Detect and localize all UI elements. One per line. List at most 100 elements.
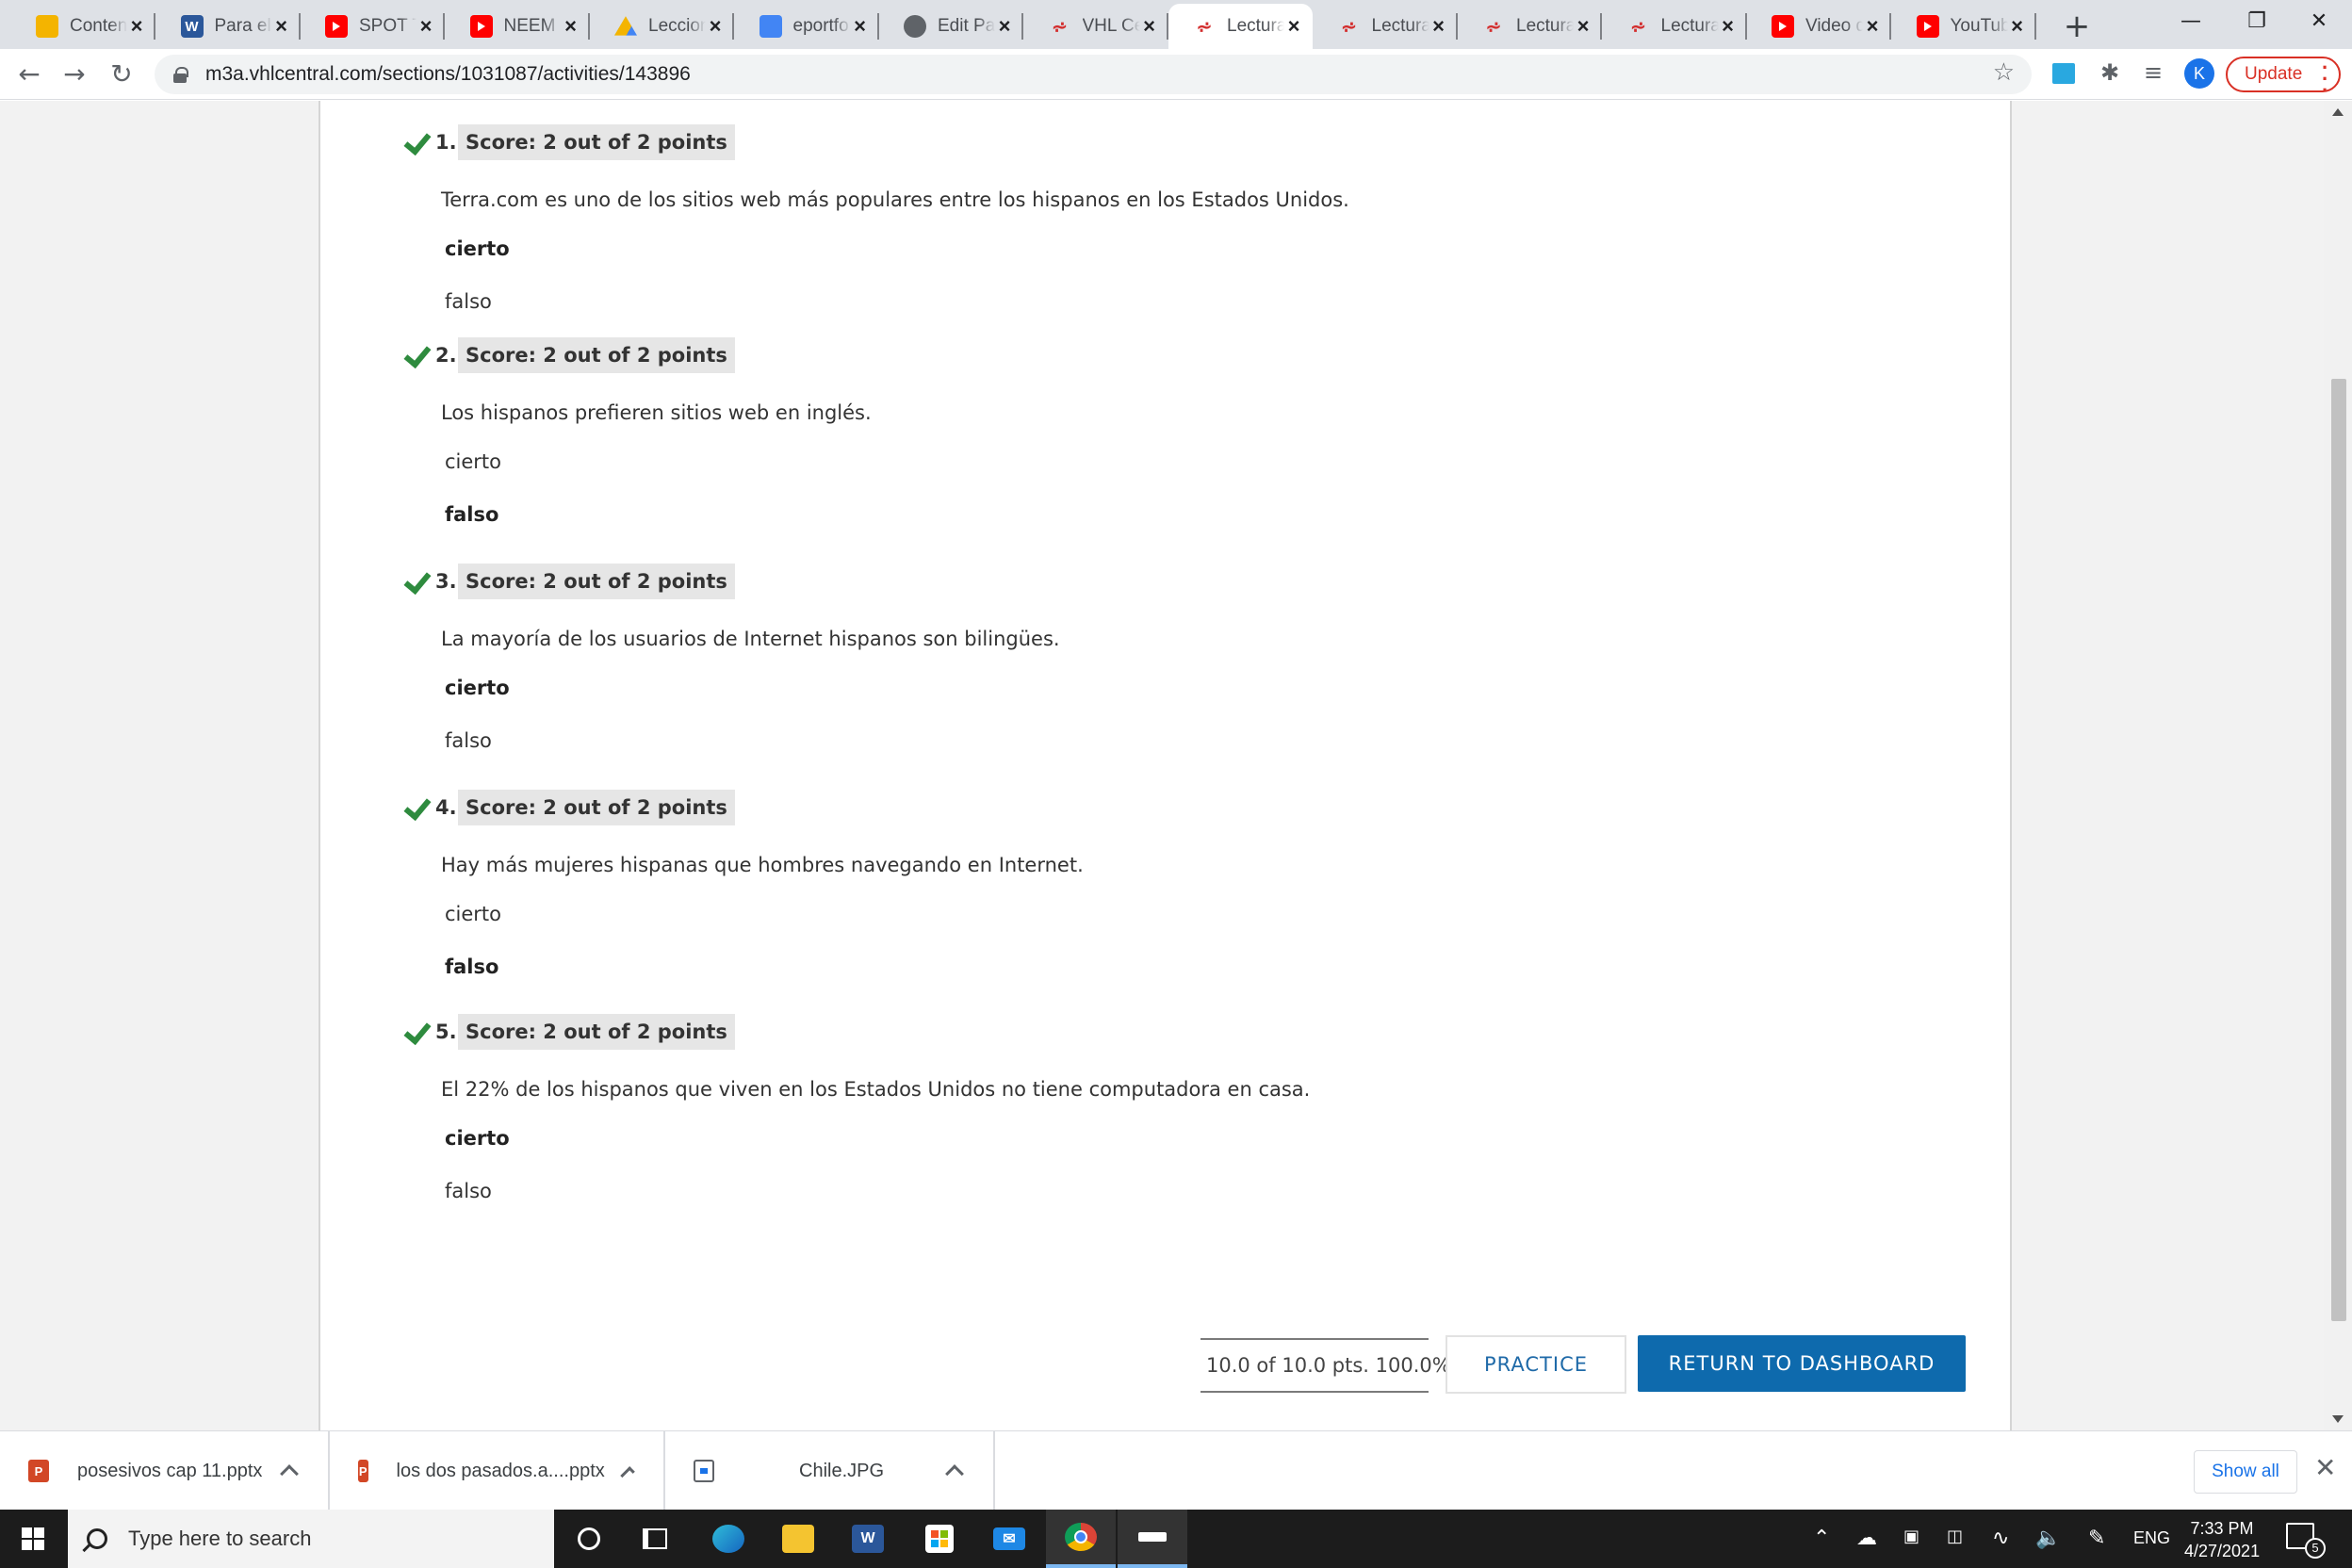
minimize-button[interactable]: — — [2158, 0, 2224, 41]
update-button[interactable]: Update · · · — [2226, 57, 2341, 101]
new-tab-button[interactable]: + — [2054, 6, 2099, 47]
tab-label: Lectura — [1227, 16, 1284, 36]
chevron-up-icon[interactable] — [945, 1464, 964, 1483]
google-docs-icon — [759, 15, 782, 38]
language-indicator[interactable]: ENG — [2133, 1528, 2170, 1548]
browser-tab[interactable]: Leccion × — [590, 4, 734, 49]
browser-tab[interactable]: ⩫ VHL Ce × — [1024, 4, 1168, 49]
browser-tab[interactable]: Conten × — [11, 4, 155, 49]
question-block: 4. Score: 2 out of 2 points Hay más mujere… — [401, 789, 1721, 978]
close-tab-icon[interactable]: × — [562, 14, 580, 39]
answer-option-cierto: cierto — [445, 237, 510, 260]
scroll-up-icon[interactable] — [2332, 108, 2344, 116]
answer-option-cierto: cierto — [445, 1127, 510, 1150]
wifi-icon[interactable]: ∿ — [1992, 1527, 2009, 1550]
vhl-icon: ⩫ — [1052, 16, 1068, 38]
forward-button[interactable]: → — [57, 57, 92, 92]
browser-tab[interactable]: SPOT Ti× — [301, 4, 445, 49]
taskbar-chrome[interactable] — [1046, 1510, 1116, 1568]
return-to-dashboard-button[interactable]: RETURN TO DASHBOARD — [1638, 1335, 1966, 1392]
activity-results-panel: 1. Score: 2 out of 2 points Terra.com es u… — [318, 101, 2012, 1430]
browser-tab[interactable]: ⩫ Lectura × — [1314, 4, 1458, 49]
browser-tab[interactable]: ⩫ Lectura × — [1458, 4, 1602, 49]
display-icon[interactable]: ▣ — [1903, 1527, 1919, 1546]
address-bar[interactable]: m3a.vhlcentral.com/sections/1031087/acti… — [155, 55, 2032, 94]
close-window-button[interactable]: ✕ — [2286, 0, 2352, 41]
url-text[interactable]: m3a.vhlcentral.com/sections/1031087/acti… — [205, 63, 691, 86]
page-scrollbar[interactable] — [2324, 101, 2352, 1430]
pen-icon[interactable]: ✎ — [2088, 1527, 2105, 1550]
puzzle-extensions-icon[interactable]: ✱ — [2098, 60, 2122, 85]
media-queue-icon[interactable]: ≡ — [2141, 60, 2165, 85]
onedrive-icon[interactable]: ☁ — [1856, 1527, 1877, 1550]
extension-icon[interactable] — [2052, 63, 2075, 84]
close-tab-icon[interactable]: × — [1140, 14, 1159, 39]
question-header: 2. Score: 2 out of 2 points — [401, 336, 1721, 374]
answer-option-falso: falso — [445, 1180, 492, 1202]
question-block: 2. Score: 2 out of 2 points Los hispanos p… — [401, 336, 1721, 526]
taskbar-store[interactable] — [905, 1510, 974, 1568]
close-tab-icon[interactable]: × — [1574, 14, 1592, 39]
cortana-button[interactable] — [554, 1510, 624, 1568]
question-number: 1. — [435, 131, 457, 154]
reload-button[interactable]: ↻ — [104, 57, 139, 92]
browser-tab[interactable]: Video d × — [1747, 4, 1891, 49]
bookmark-star-icon[interactable]: ☆ — [1993, 58, 2015, 87]
volume-icon[interactable]: 🔈 — [2035, 1527, 2061, 1550]
browser-tab[interactable]: NEEM · × — [446, 4, 590, 49]
correct-check-icon — [401, 794, 432, 821]
download-shelf: Pposesivos cap 11.pptx Plos dos pasados.a… — [0, 1430, 2352, 1511]
close-tab-icon[interactable]: × — [1429, 14, 1448, 39]
download-filename: los dos pasados.a....pptx — [396, 1460, 605, 1481]
battery-icon[interactable]: ◫ — [1947, 1527, 1963, 1546]
taskbar-search[interactable]: Type here to search — [68, 1510, 554, 1568]
close-tab-icon[interactable]: × — [851, 14, 870, 39]
browser-tab[interactable]: eportfo × — [735, 4, 879, 49]
profile-avatar[interactable]: K — [2184, 58, 2214, 89]
chevron-up-icon[interactable] — [620, 1466, 635, 1481]
notification-count: 5 — [2305, 1538, 2326, 1559]
close-tab-icon[interactable]: × — [706, 14, 725, 39]
scroll-thumb[interactable] — [2331, 379, 2346, 1321]
close-tab-icon[interactable]: × — [416, 14, 435, 39]
browser-tab[interactable]: ⩫ Lectura × — [1603, 4, 1747, 49]
start-button[interactable] — [0, 1510, 66, 1568]
taskbar-file-explorer[interactable] — [763, 1510, 833, 1568]
clock[interactable]: 7:33 PM 4/27/2021 — [2184, 1517, 2260, 1562]
chevron-up-icon[interactable] — [280, 1464, 299, 1483]
download-item[interactable]: Chile.JPG — [665, 1431, 995, 1511]
word-icon: W — [180, 15, 204, 38]
browser-tab[interactable]: Edit Pa × — [879, 4, 1023, 49]
browser-tab[interactable]: YouTub × — [1892, 4, 2036, 49]
close-shelf-icon[interactable]: ✕ — [2314, 1452, 2336, 1483]
scroll-down-icon[interactable] — [2332, 1415, 2344, 1423]
close-tab-icon[interactable]: × — [2008, 14, 2027, 39]
practice-button[interactable]: PRACTICE — [1446, 1335, 1626, 1394]
taskbar-word[interactable]: W — [833, 1510, 903, 1568]
close-tab-icon[interactable]: × — [127, 14, 146, 39]
download-item[interactable]: Pposesivos cap 11.pptx — [0, 1431, 330, 1511]
score-label: Score: 2 out of 2 points — [458, 124, 735, 160]
task-view-button[interactable] — [620, 1510, 690, 1568]
close-tab-icon[interactable]: × — [995, 14, 1014, 39]
close-tab-icon[interactable]: × — [1863, 14, 1882, 39]
tab-label: VHL Ce — [1082, 16, 1140, 36]
taskbar-mail[interactable]: ✉ — [974, 1510, 1044, 1568]
tab-separator — [2034, 13, 2036, 40]
taskbar-edge[interactable] — [694, 1510, 763, 1568]
download-filename: posesivos cap 11.pptx — [77, 1460, 263, 1481]
close-tab-icon[interactable]: × — [1719, 14, 1738, 39]
restore-button[interactable]: ❐ — [2224, 0, 2290, 41]
browser-tab[interactable]: ⩫ Lectura × — [1168, 4, 1313, 49]
show-hidden-icons[interactable]: ⌃ — [1813, 1527, 1830, 1550]
close-tab-icon[interactable]: × — [272, 14, 291, 39]
back-button[interactable]: ← — [11, 57, 47, 92]
taskbar-app[interactable] — [1118, 1510, 1187, 1568]
store-icon — [925, 1525, 954, 1553]
close-tab-icon[interactable]: × — [1284, 14, 1303, 39]
browser-tab[interactable]: W Para el × — [156, 4, 301, 49]
clock-date: 4/27/2021 — [2184, 1542, 2261, 1560]
show-all-button[interactable]: Show all — [2194, 1450, 2297, 1494]
download-item[interactable]: Plos dos pasados.a....pptx — [330, 1431, 665, 1511]
vhl-icon: ⩫ — [1485, 16, 1502, 38]
